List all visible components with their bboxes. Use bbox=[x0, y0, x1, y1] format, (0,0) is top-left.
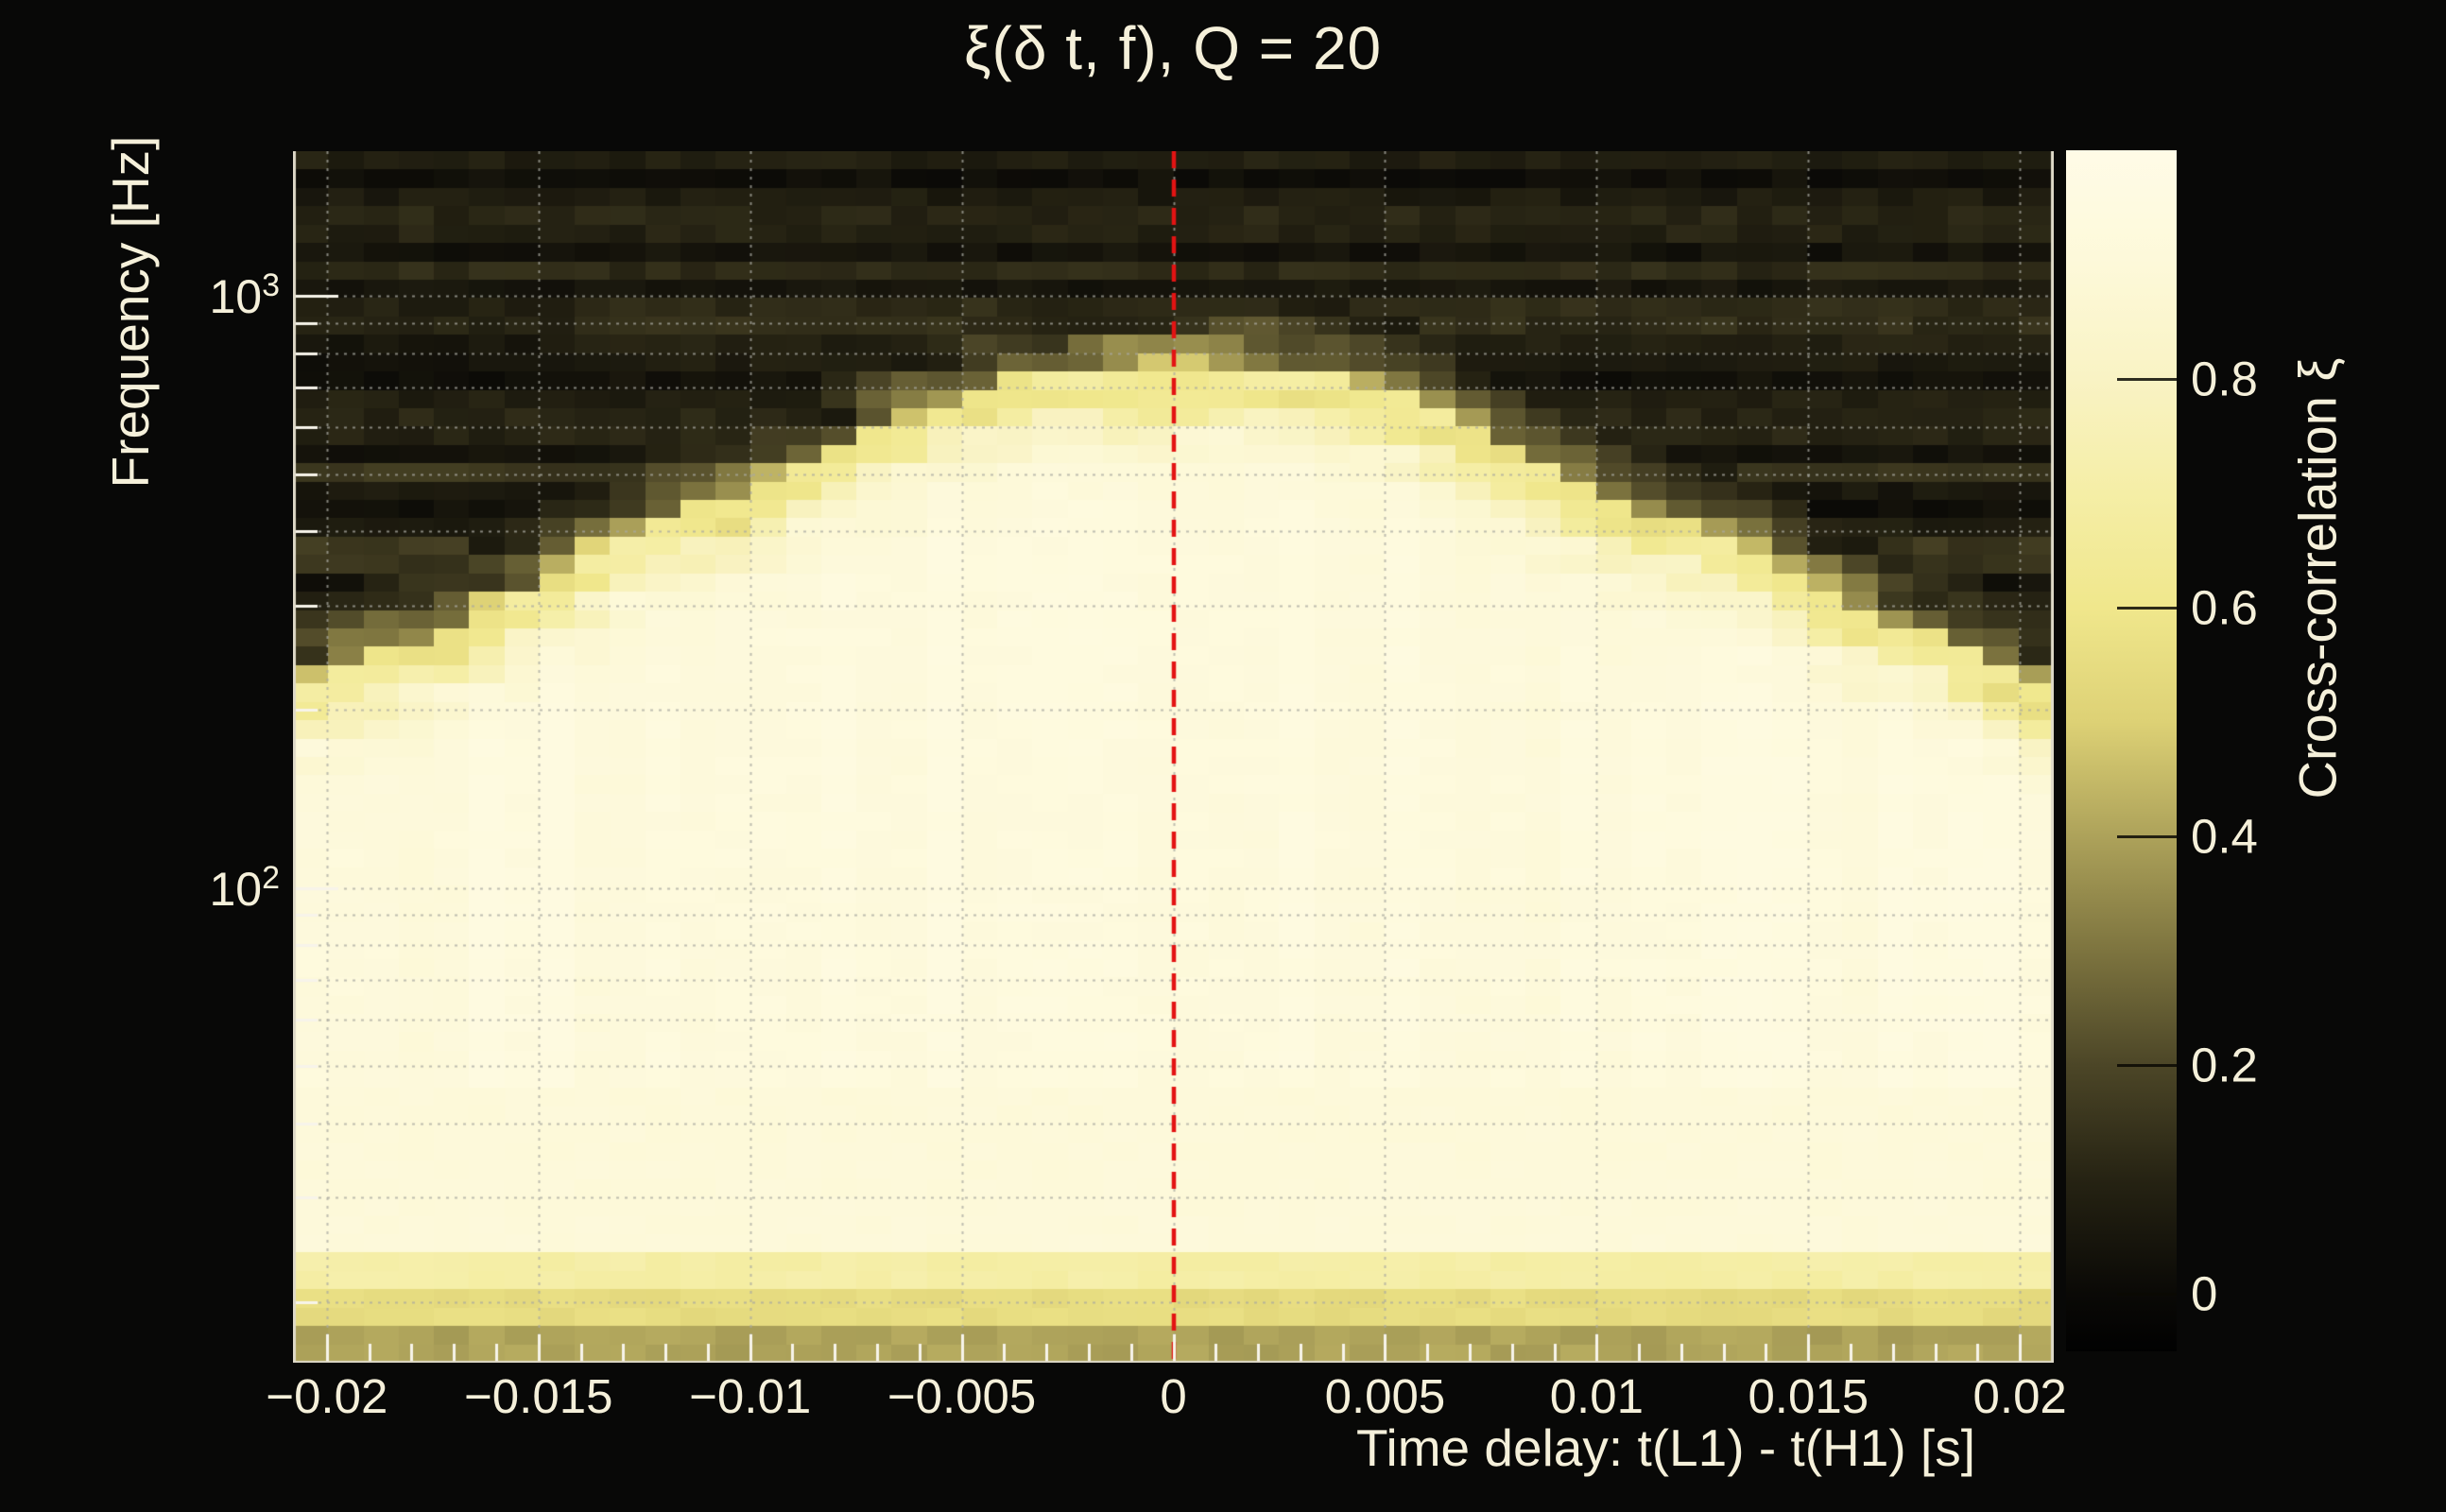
x-tick-label: −0.015 bbox=[464, 1369, 613, 1423]
colorbar bbox=[2066, 150, 2177, 1351]
colorbar-tick-label: 0.6 bbox=[2191, 580, 2258, 635]
x-tick-label: 0.005 bbox=[1324, 1369, 1446, 1423]
y-tick-label: 103 bbox=[209, 267, 280, 323]
colorbar-tick-label: 0.2 bbox=[2191, 1038, 2258, 1092]
colorbar-tick bbox=[2117, 378, 2177, 382]
y-axis-label: Frequency [Hz] bbox=[101, 135, 160, 489]
figure: ξ(δ t, f), Q = 20 Frequency [Hz] 103 102 … bbox=[0, 0, 2446, 1512]
x-tick-label: 0.01 bbox=[1549, 1369, 1644, 1423]
colorbar-tick-label: 0 bbox=[2191, 1266, 2218, 1321]
colorbar-tick-label: 0.8 bbox=[2191, 352, 2258, 406]
colorbar-tick bbox=[2117, 1293, 2177, 1297]
heatmap-canvas bbox=[293, 151, 2054, 1363]
colorbar-tick-label: 0.4 bbox=[2191, 809, 2258, 864]
x-tick-label: 0.015 bbox=[1748, 1369, 1869, 1423]
x-axis-label: Time delay: t(L1) - t(H1) [s] bbox=[1355, 1418, 1975, 1477]
x-tick-label: −0.005 bbox=[887, 1369, 1037, 1423]
page-title: ξ(δ t, f), Q = 20 bbox=[963, 14, 1383, 82]
colorbar-tick bbox=[2117, 1064, 2177, 1068]
colorbar-tick bbox=[2117, 835, 2177, 839]
x-tick-label: −0.01 bbox=[689, 1369, 812, 1423]
colorbar-tick bbox=[2117, 607, 2177, 610]
x-tick-label: 0 bbox=[1160, 1369, 1187, 1423]
x-tick-label: 0.02 bbox=[1972, 1369, 2067, 1423]
y-tick-label: 102 bbox=[209, 859, 280, 916]
colorbar-label: Cross-correlation ξ bbox=[2287, 357, 2348, 799]
x-tick-label: −0.02 bbox=[266, 1369, 388, 1423]
